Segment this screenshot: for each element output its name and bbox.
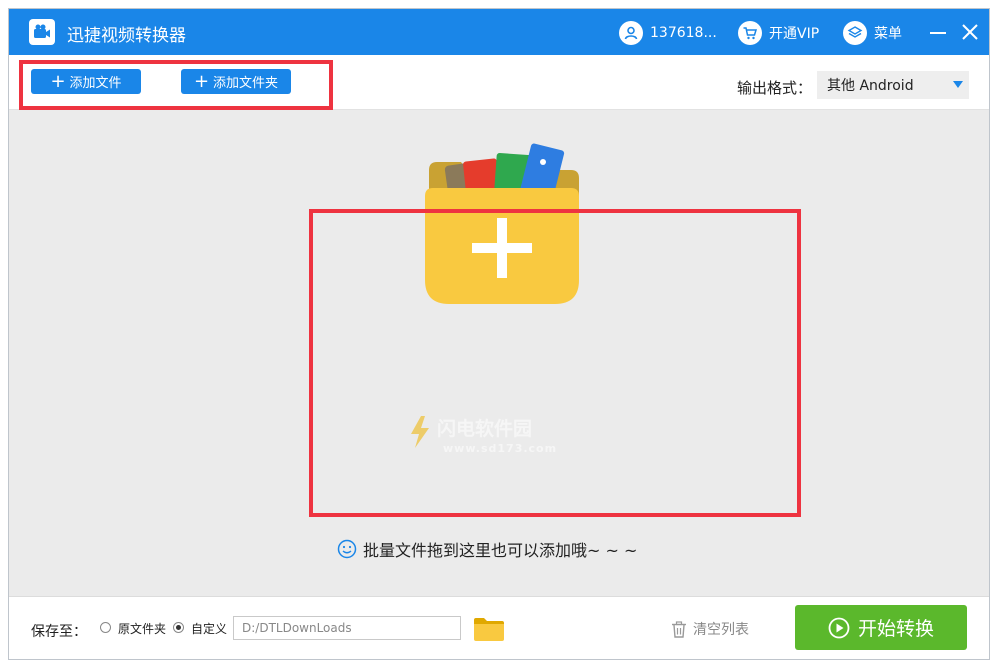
radio-original-folder-label[interactable]: 原文件夹 <box>118 620 166 637</box>
vip-button[interactable]: 开通VIP <box>738 20 819 46</box>
drop-hint-text: 批量文件拖到这里也可以添加哦~ ~ ~ <box>363 541 638 560</box>
clear-list-label: 清空列表 <box>693 622 749 638</box>
title-bar: 迅捷视频转换器 137618... 开通VIP 菜单 <box>9 9 989 55</box>
app-title: 迅捷视频转换器 <box>67 26 186 46</box>
cart-icon <box>738 21 762 45</box>
clear-list-button[interactable]: 清空列表 <box>671 619 749 639</box>
app-window: 迅捷视频转换器 137618... 开通VIP 菜单 + 添加文件 + 添加文件… <box>8 8 990 660</box>
smile-icon <box>337 539 357 559</box>
highlight-frame-drop-zone <box>309 209 801 517</box>
play-circle-icon <box>828 617 850 638</box>
user-icon <box>619 21 643 45</box>
toolbar: + 添加文件 + 添加文件夹 输出格式： 其他 Android <box>9 55 989 110</box>
dropdown-arrow-icon <box>953 81 963 88</box>
highlight-frame-add-buttons <box>19 60 333 110</box>
app-logo-icon <box>29 19 55 45</box>
footer-bar: 保存至： 原文件夹 自定义 清空列表 <box>9 596 989 659</box>
close-button[interactable] <box>959 21 981 43</box>
drop-zone[interactable]: 闪电软件园 www.sd173.com 批量文件拖到这里也可以添加哦~ ~ ~ <box>9 110 989 596</box>
browse-folder-button[interactable] <box>473 616 505 646</box>
output-format-label: 输出格式： <box>737 79 813 97</box>
radio-original-folder[interactable] <box>100 622 111 633</box>
radio-custom-folder[interactable] <box>173 622 184 633</box>
output-format-value: 其他 Android <box>827 78 914 94</box>
trash-icon <box>672 620 686 638</box>
save-path-input[interactable] <box>233 616 461 640</box>
close-icon <box>962 24 978 40</box>
drop-hint: 批量文件拖到这里也可以添加哦~ ~ ~ <box>337 537 637 561</box>
start-convert-button[interactable]: 开始转换 <box>795 605 967 650</box>
menu-button[interactable]: 菜单 <box>843 20 902 46</box>
menu-label: 菜单 <box>874 26 902 42</box>
layers-icon <box>843 21 867 45</box>
save-to-label: 保存至： <box>31 624 87 640</box>
folder-icon <box>474 618 504 641</box>
output-format-select[interactable]: 其他 Android <box>817 71 969 99</box>
user-label: 137618... <box>650 25 717 41</box>
user-account-button[interactable]: 137618... <box>619 20 717 46</box>
radio-custom-folder-label[interactable]: 自定义 <box>191 620 227 637</box>
minimize-button[interactable] <box>927 21 949 43</box>
start-convert-label: 开始转换 <box>857 618 934 640</box>
vip-label: 开通VIP <box>769 26 820 42</box>
